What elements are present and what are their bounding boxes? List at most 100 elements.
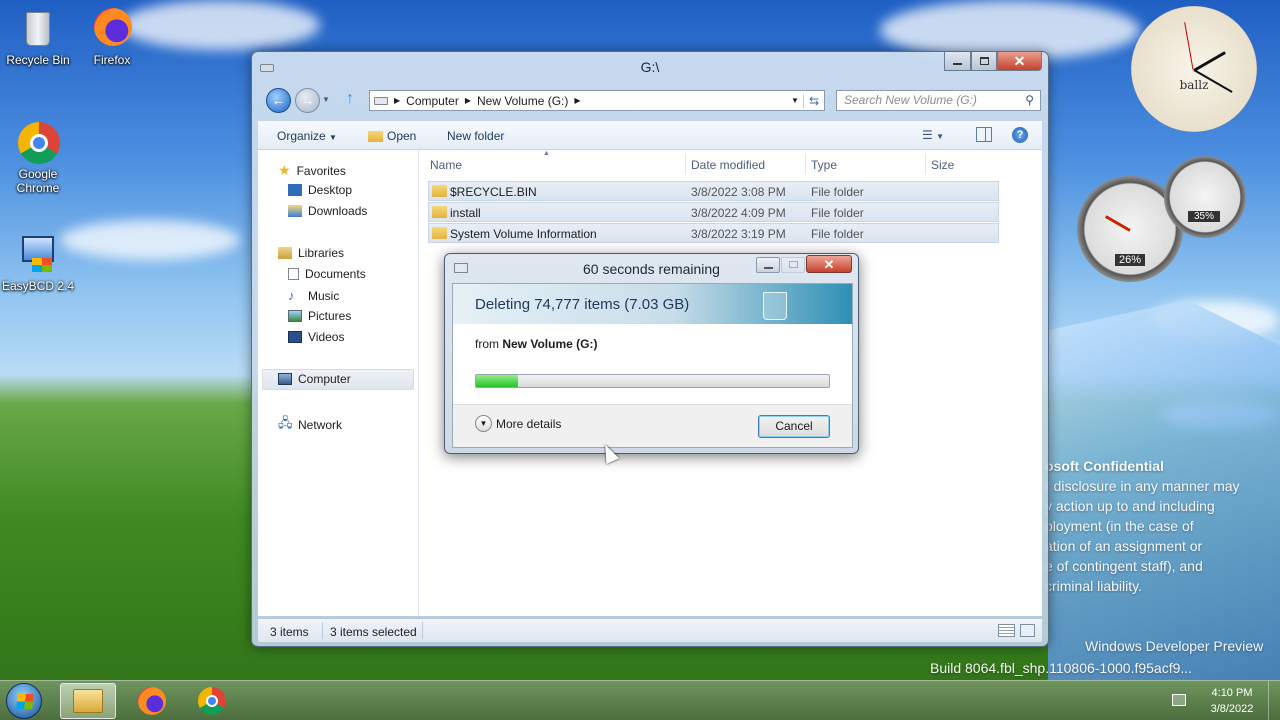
dialog-minimize-button[interactable] <box>756 257 780 273</box>
nav-pictures[interactable]: Pictures <box>288 309 351 323</box>
search-input[interactable]: Search New Volume (G:) ⚲ <box>836 90 1041 111</box>
large-icons-view-icon[interactable] <box>1020 624 1035 637</box>
chevron-down-icon: ▼ <box>329 133 337 142</box>
column-type[interactable]: Type <box>811 158 837 172</box>
cloud <box>60 220 240 260</box>
address-dropdown-icon[interactable]: ▼ <box>787 96 803 105</box>
help-icon: ? <box>1016 129 1024 141</box>
breadcrumb-computer[interactable]: Computer <box>406 94 459 108</box>
nav-computer[interactable]: Computer <box>278 372 351 386</box>
firefox-icon <box>90 6 134 50</box>
dialog-body: Deleting 74,777 items (7.03 GB) from New… <box>452 283 853 448</box>
back-button[interactable]: ← <box>266 88 291 113</box>
nav-documents[interactable]: Documents <box>288 267 366 281</box>
recycle-bin-icon <box>763 292 787 320</box>
nav-label: Videos <box>308 330 345 344</box>
preview-pane-button[interactable] <box>976 127 992 142</box>
file-date: 3/8/2022 3:08 PM <box>691 185 786 199</box>
dialog-close-button[interactable]: ✕ <box>806 255 852 273</box>
network-tray-icon[interactable] <box>1172 694 1186 706</box>
nav-music[interactable]: ♪ Music <box>288 288 339 303</box>
progress-bar <box>475 374 830 388</box>
desktop-icon-label: EasyBCD 2.4 <box>1 279 75 293</box>
taskbar: 4:10 PM 3/8/2022 <box>0 680 1280 720</box>
nav-label: Libraries <box>298 246 345 260</box>
table-row[interactable]: $RECYCLE.BIN 3/8/2022 3:08 PM File folde… <box>428 181 999 201</box>
nav-videos[interactable]: Videos <box>288 330 344 344</box>
view-options-button[interactable]: ☰ ▼ <box>922 128 944 142</box>
up-button[interactable]: ↑ <box>346 90 354 108</box>
folder-open-icon <box>368 130 383 142</box>
nav-label: Music <box>308 288 340 303</box>
chrome-icon <box>16 120 60 164</box>
drive-icon <box>374 96 388 105</box>
table-row[interactable]: install 3/8/2022 4:09 PM File folder <box>428 202 999 222</box>
desktop-icon-easybcd[interactable]: EasyBCD 2.4 <box>0 232 76 293</box>
minimize-button[interactable] <box>944 52 971 71</box>
search-placeholder: Search New Volume (G:) <box>844 93 977 107</box>
watermark-line: ployment (in the case of <box>1045 518 1194 534</box>
memory-gauge[interactable]: 35% <box>1164 156 1246 238</box>
desktop-icon-recycle-bin[interactable]: Recycle Bin <box>0 6 76 67</box>
open-button[interactable]: Open <box>368 129 416 143</box>
selected-count: 3 items selected <box>330 625 417 639</box>
downloads-icon <box>288 205 302 217</box>
organize-button[interactable]: Organize ▼ <box>277 129 337 143</box>
nav-desktop[interactable]: Desktop <box>288 183 352 197</box>
open-label: Open <box>387 129 417 143</box>
taskbar-firefox-button[interactable] <box>124 683 180 719</box>
nav-label: Computer <box>298 372 351 386</box>
delete-progress-dialog[interactable]: 60 seconds remaining ✕ Deleting 74,777 i… <box>444 253 859 454</box>
column-date-modified[interactable]: Date modified <box>691 158 765 172</box>
explorer-folder-icon <box>73 689 103 713</box>
file-name: install <box>450 206 481 220</box>
taskbar-chrome-button[interactable] <box>184 683 240 719</box>
search-icon: ⚲ <box>1025 93 1034 107</box>
maximize-icon <box>788 261 798 268</box>
cpu-gauge-value: 26% <box>1115 254 1145 266</box>
forward-button[interactable]: → <box>295 88 320 113</box>
breadcrumb-new-volume[interactable]: New Volume (G:) <box>477 94 568 108</box>
show-desktop-button[interactable] <box>1268 681 1280 720</box>
desktop-icon-firefox[interactable]: Firefox <box>74 6 150 67</box>
chevron-down-icon: ▼ <box>475 415 492 432</box>
column-name[interactable]: Name <box>430 158 462 172</box>
nav-label: Network <box>298 418 343 432</box>
close-button[interactable]: ✕ <box>997 52 1042 71</box>
desktop-icon-google-chrome[interactable]: Google Chrome <box>0 120 76 195</box>
nav-downloads[interactable]: Downloads <box>288 204 367 218</box>
maximize-icon <box>979 57 989 65</box>
music-icon: ♪ <box>288 288 295 303</box>
details-view-icon[interactable] <box>998 624 1015 637</box>
refresh-icon[interactable]: ⇆ <box>802 93 824 108</box>
nav-favorites[interactable]: ★ Favorites <box>278 162 346 179</box>
nav-label: Desktop <box>308 183 353 197</box>
help-button[interactable]: ? <box>1012 127 1028 143</box>
table-row[interactable]: System Volume Information 3/8/2022 3:19 … <box>428 223 999 243</box>
close-icon: ✕ <box>823 257 835 272</box>
maximize-button[interactable] <box>971 52 997 71</box>
clock-date[interactable]: 3/8/2022 <box>1204 703 1260 715</box>
address-bar[interactable]: ▶ Computer ▶ New Volume (G:) ▶ ▼ ⇆ <box>369 90 825 111</box>
sort-indicator-icon: ▲ <box>543 150 550 157</box>
more-details-toggle[interactable]: ▼ More details <box>475 415 561 432</box>
computer-icon <box>278 373 292 385</box>
desktop-icon-label: Google Chrome <box>16 167 60 195</box>
from-label: from <box>475 337 499 351</box>
nav-label: Favorites <box>296 163 346 178</box>
clock-time[interactable]: 4:10 PM <box>1204 687 1260 699</box>
taskbar-explorer-button[interactable] <box>60 683 116 719</box>
pictures-icon <box>288 310 302 322</box>
nav-libraries[interactable]: Libraries <box>278 246 344 260</box>
recent-pages-dropdown[interactable]: ▼ <box>322 95 330 104</box>
navigation-pane: ★ Favorites Desktop Downloads Libraries D… <box>258 150 418 616</box>
cancel-button[interactable]: Cancel <box>758 415 830 438</box>
nav-network[interactable]: 🖧 Network <box>278 414 342 436</box>
column-size[interactable]: Size <box>931 158 954 172</box>
new-folder-button[interactable]: New folder <box>447 129 504 143</box>
clock-gadget[interactable]: ballz <box>1131 6 1257 132</box>
organize-label: Organize <box>277 129 326 143</box>
start-button[interactable] <box>6 683 42 719</box>
file-type: File folder <box>811 206 864 220</box>
memory-gauge-value: 35% <box>1188 211 1220 222</box>
